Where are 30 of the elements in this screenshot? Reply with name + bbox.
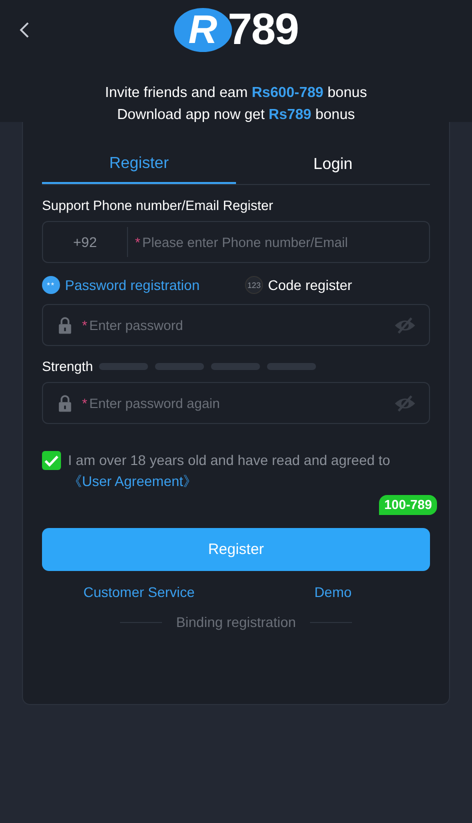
user-agreement-link[interactable]: 《User Agreement》 bbox=[68, 473, 198, 489]
lock-icon bbox=[58, 394, 72, 412]
promo-text: Invite friends and eam Rs600-789 bonus bbox=[105, 84, 367, 103]
placeholder-text: Please enter Phone number/Email bbox=[142, 234, 348, 250]
registration-method-option[interactable]: 123 Code register bbox=[245, 276, 352, 294]
password-field[interactable]: *Enter password bbox=[42, 304, 430, 346]
confirm-password-field[interactable]: *Enter password again bbox=[42, 382, 430, 424]
agreement-text: I am over 18 years old and have read and agreed to 《User Agreement》 bbox=[68, 451, 392, 491]
registration-method-option[interactable]: ** Password registration bbox=[42, 276, 245, 294]
phone-email-field[interactable]: +92 *Please enter Phone number/Email bbox=[42, 221, 430, 263]
country-code[interactable]: +92 bbox=[73, 234, 97, 250]
footer-link[interactable]: Demo bbox=[314, 584, 352, 600]
field-label: Support Phone number/Email Register bbox=[42, 198, 274, 213]
strength-label: Strength bbox=[42, 358, 94, 374]
bonus-badge: 100-789 bbox=[379, 495, 437, 515]
agree-checkbox[interactable] bbox=[42, 451, 61, 470]
tab[interactable]: Register bbox=[42, 146, 236, 184]
required-mark: * bbox=[82, 396, 88, 410]
promo-text: Download app now get Rs789 bonus bbox=[117, 106, 355, 125]
placeholder-text: Enter password again bbox=[89, 396, 220, 410]
binding-registration-text[interactable]: Binding registration bbox=[176, 614, 296, 630]
placeholder-text: Enter password bbox=[89, 318, 184, 332]
logo: R 789 bbox=[174, 8, 298, 52]
lock-icon bbox=[58, 316, 72, 334]
required-mark: * bbox=[82, 318, 88, 332]
required-mark: * bbox=[135, 234, 140, 250]
footer-link[interactable]: Customer Service bbox=[83, 584, 195, 600]
asterisk-icon: ** bbox=[42, 276, 60, 294]
tab[interactable]: Login bbox=[236, 146, 430, 184]
number-icon: 123 bbox=[245, 276, 263, 294]
